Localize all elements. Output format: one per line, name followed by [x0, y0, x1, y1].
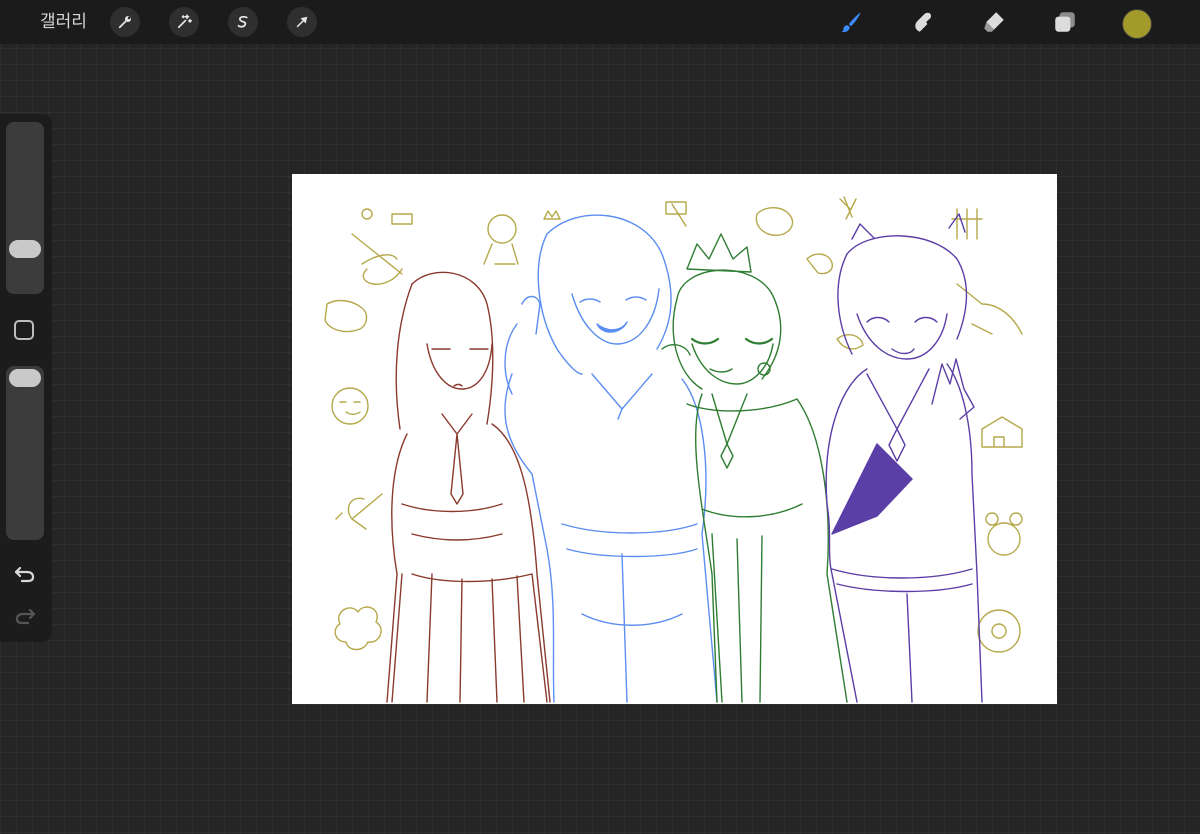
eraser-icon	[984, 12, 1004, 32]
redo-icon[interactable]	[12, 604, 38, 626]
drawing-canvas[interactable]	[292, 174, 1057, 704]
gallery-button[interactable]: 갤러리	[40, 10, 87, 34]
modify-button[interactable]	[14, 320, 34, 340]
sidebar	[0, 114, 52, 642]
top-toolbar: 갤러리	[0, 0, 1200, 44]
character-3-sketch	[661, 233, 848, 703]
adjustments-button[interactable]	[169, 7, 199, 37]
brush-size-thumb[interactable]	[9, 240, 41, 259]
undo-icon[interactable]	[12, 562, 38, 584]
brush-icon	[841, 12, 861, 33]
transform-button[interactable]	[287, 7, 317, 37]
actions-button[interactable]	[110, 7, 140, 37]
layers-button[interactable]	[1048, 5, 1082, 39]
sketch-artwork	[324, 196, 1023, 703]
character-2-sketch	[504, 214, 718, 703]
arrow-cursor-icon	[296, 16, 308, 28]
doodle-sketches	[324, 196, 1023, 653]
brush-size-slider[interactable]	[6, 122, 44, 294]
character-4-sketch	[825, 213, 983, 703]
opacity-thumb[interactable]	[9, 369, 41, 387]
brush-tool-button[interactable]	[834, 5, 868, 39]
smudge-tool-button[interactable]	[906, 5, 940, 39]
opacity-slider[interactable]	[6, 366, 44, 540]
selection-button[interactable]	[228, 7, 258, 37]
eraser-tool-button[interactable]	[977, 5, 1011, 39]
color-picker-swatch[interactable]	[1122, 9, 1152, 39]
layers-icon	[1055, 12, 1075, 32]
selection-s-icon	[237, 15, 248, 28]
magic-wand-icon	[177, 14, 192, 29]
wrench-icon	[118, 16, 131, 29]
character-1-sketch	[386, 271, 551, 703]
smudge-icon	[915, 12, 932, 32]
